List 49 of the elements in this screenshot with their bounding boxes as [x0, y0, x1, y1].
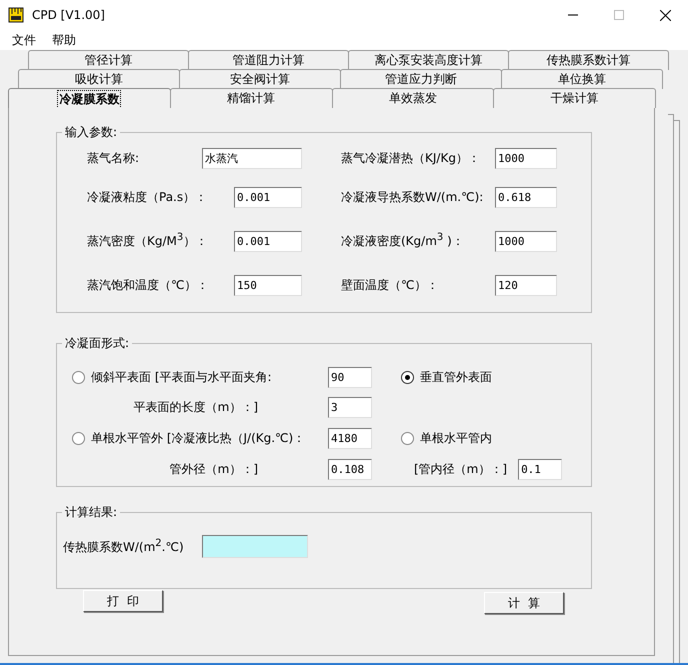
field-label: 管外径（m）：] [170, 460, 258, 478]
action-button[interactable]: 计 算 [484, 592, 564, 614]
window-title: CPD [V1.00] [32, 8, 106, 22]
tab[interactable]: 传热膜系数计算 [508, 50, 669, 70]
field-label: 传热膜系数W/(m$^{2}$.℃) [63, 538, 184, 556]
action-button[interactable]: 打 印 [83, 590, 163, 612]
input-field[interactable]: 120 [495, 274, 557, 296]
radio-button[interactable] [72, 432, 85, 444]
input-field[interactable]: 1000 [495, 148, 557, 168]
field-label: 蒸汽密度（Kg/M$^{3}$）： [87, 232, 208, 250]
tab[interactable]: 冷凝膜系数 [8, 88, 171, 109]
radio-button[interactable] [401, 432, 414, 444]
tab[interactable]: 单位换算 [501, 69, 663, 89]
input-field[interactable]: 0.618 [495, 186, 557, 208]
field-label: 蒸气冷凝潜热（KJ/Kg）： [341, 150, 480, 166]
field-label: 蒸气名称: [87, 150, 140, 166]
tab[interactable]: 精馏计算 [170, 88, 332, 108]
field-label: 蒸汽饱和温度（℃）： [87, 276, 208, 294]
input-field[interactable]: 150 [234, 274, 302, 296]
option-label[interactable]: 垂直管外表面 [420, 368, 492, 386]
field-label: [管内径（m）：] [414, 460, 508, 478]
input-field[interactable]: 4180 [328, 428, 372, 448]
tab[interactable]: 管径计算 [28, 50, 189, 70]
group-title: 输入参数: [64, 124, 118, 141]
input-field[interactable]: 0.001 [234, 186, 302, 208]
tab[interactable]: 干燥计算 [493, 88, 656, 108]
ruler-icon [8, 7, 24, 23]
radio-button[interactable] [72, 370, 85, 384]
input-field[interactable]: 90 [328, 366, 372, 388]
menu-item[interactable]: 文件 [4, 32, 44, 48]
tab[interactable]: 吸收计算 [18, 69, 180, 89]
option-label[interactable]: 单根水平管外 [冷凝液比热（J/(Kg.℃)： [91, 430, 306, 446]
input-field[interactable]: 0.1 [518, 458, 562, 480]
field-label: 冷凝液密度(Kg/m$^{3}$ )： [341, 232, 464, 250]
menu-item[interactable]: 帮助 [44, 32, 84, 48]
input-field[interactable]: 0.001 [234, 230, 302, 252]
input-field[interactable]: 1000 [495, 230, 557, 252]
field-label: 平表面的长度（m）：] [134, 398, 258, 416]
input-field[interactable]: 水蒸汽 [202, 148, 302, 168]
input-field[interactable]: 3 [328, 396, 372, 418]
group-title: 冷凝面形式: [64, 335, 130, 352]
field-label: 壁面温度（℃）： [341, 276, 438, 294]
field-label: 冷凝液粘度（Pa.s）： [87, 188, 208, 206]
field-label: 冷凝液导热系数W/(m.℃): [341, 188, 484, 206]
option-label[interactable]: 倾斜平表面 [平表面与水平面夹角: [91, 368, 272, 386]
group-title: 计算结果: [64, 504, 118, 521]
input-field[interactable]: 0.108 [328, 458, 372, 480]
option-label[interactable]: 单根水平管内 [420, 430, 492, 446]
radio-button[interactable] [401, 370, 414, 384]
